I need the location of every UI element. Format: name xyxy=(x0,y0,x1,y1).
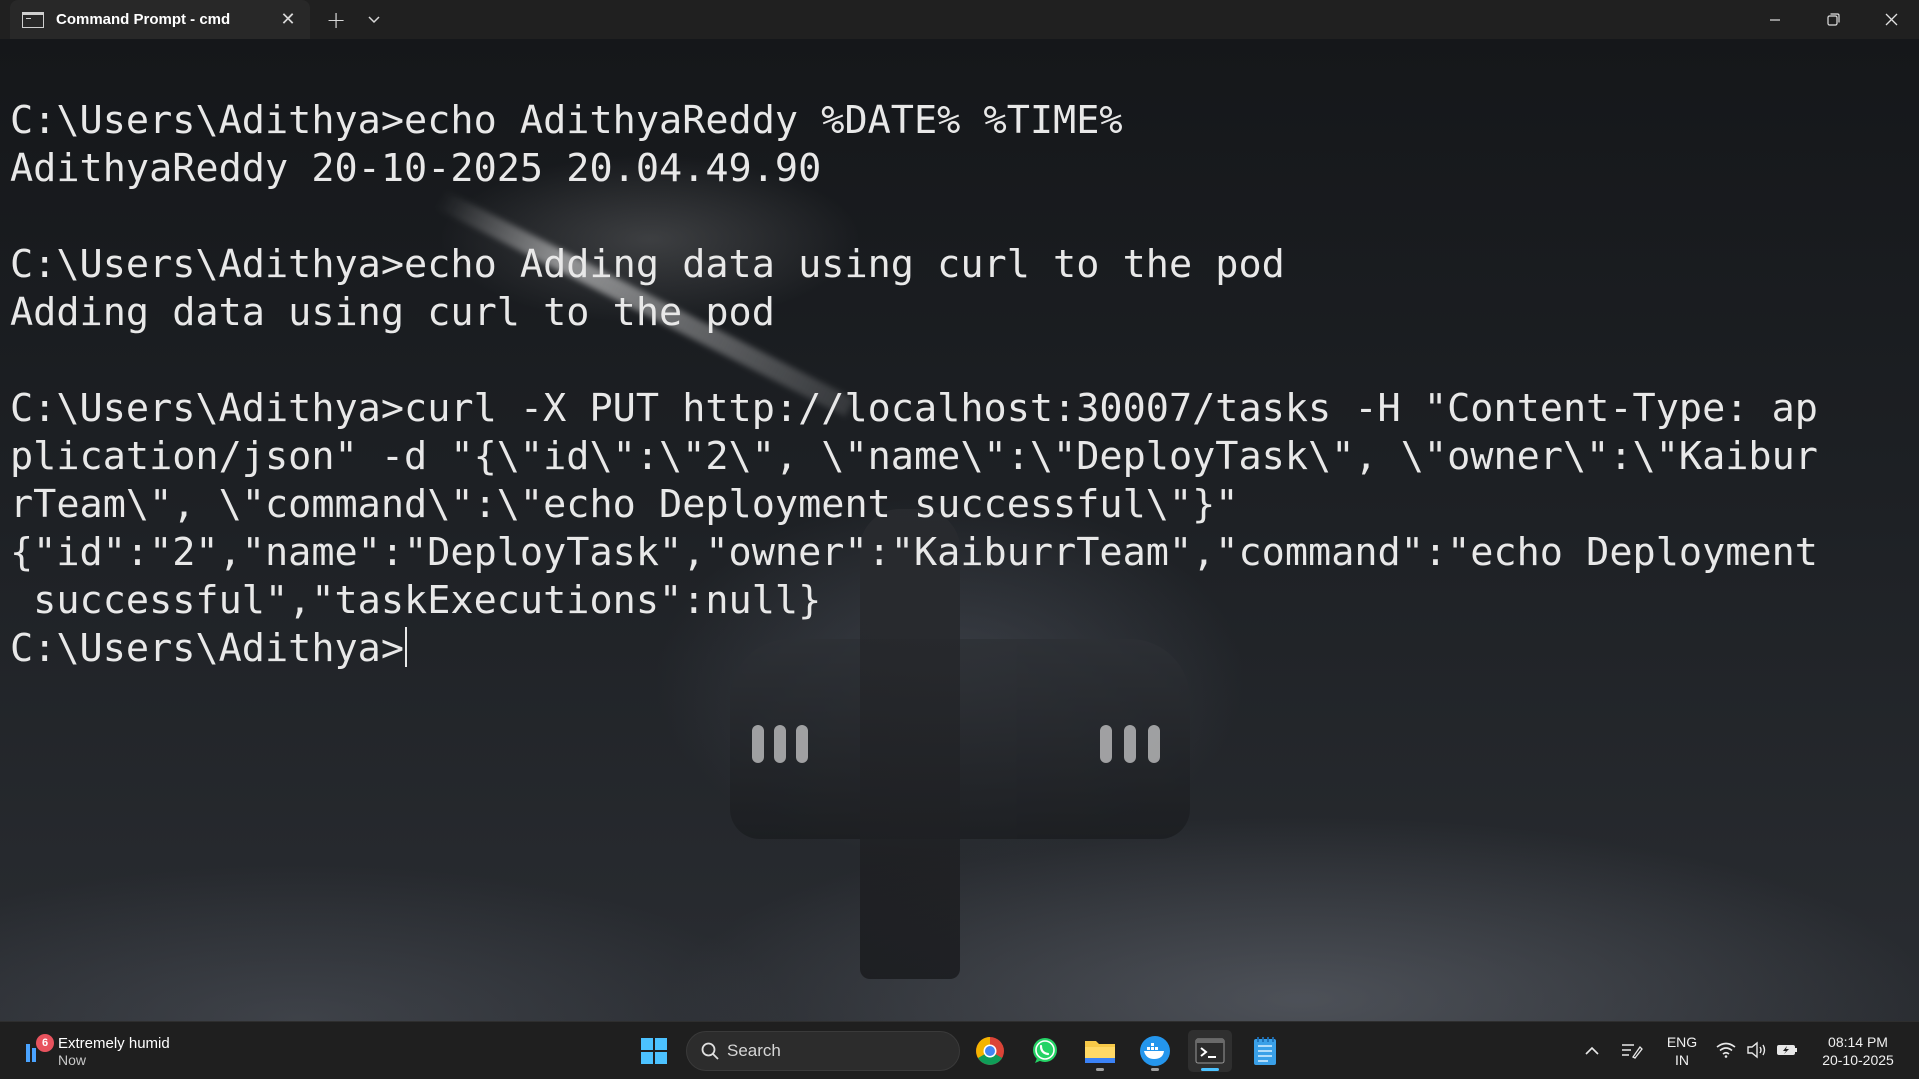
restore-icon xyxy=(1826,13,1840,26)
notifications-settings-button[interactable] xyxy=(1621,1039,1643,1061)
search-icon xyxy=(701,1042,719,1060)
region-code: IN xyxy=(1675,1052,1689,1068)
restore-button[interactable] xyxy=(1804,0,1862,39)
text-cursor xyxy=(405,627,408,667)
running-indicator xyxy=(1151,1068,1159,1071)
start-button[interactable] xyxy=(632,1030,676,1072)
cmd-icon xyxy=(22,11,44,28)
taillight xyxy=(752,725,764,763)
weather-condition: Extremely humid xyxy=(58,1034,170,1052)
tab-close-button[interactable]: ✕ xyxy=(272,4,304,36)
battery-charging-icon xyxy=(1777,1045,1797,1055)
taillight xyxy=(1124,725,1136,763)
taskbar-file-explorer[interactable] xyxy=(1078,1030,1122,1072)
tab-title: Command Prompt - cmd xyxy=(56,11,231,28)
terminal-line: rTeam\", \"command\":\"echo Deployment s… xyxy=(10,482,1239,527)
new-tab-button[interactable]: + xyxy=(318,4,354,36)
weather-widget[interactable]: 6 Extremely humid Now xyxy=(22,1030,170,1072)
taskbar-whatsapp[interactable] xyxy=(1023,1030,1067,1072)
speaker-icon xyxy=(1747,1041,1766,1059)
taskbar-terminal[interactable] xyxy=(1188,1030,1232,1072)
volume-status[interactable] xyxy=(1746,1039,1768,1061)
minimize-icon xyxy=(1770,18,1780,21)
close-icon xyxy=(1885,13,1897,26)
terminal-line: C:\Users\Adithya>echo Adding data using … xyxy=(10,242,1285,287)
taskbar-notepad[interactable] xyxy=(1243,1030,1287,1072)
title-bar: Command Prompt - cmd ✕ + xyxy=(0,0,1919,39)
taillight xyxy=(1148,725,1160,763)
terminal-icon xyxy=(1195,1038,1225,1064)
terminal-output: C:\Users\Adithya>echo AdithyaReddy %DATE… xyxy=(10,97,1818,673)
windows-start-icon xyxy=(641,1038,667,1064)
terminal-line: {"id":"2","name":"DeployTask","owner":"K… xyxy=(10,530,1818,575)
clock-date: 20-10-2025 xyxy=(1822,1052,1894,1068)
active-indicator xyxy=(1201,1068,1219,1071)
terminal-line: C:\Users\Adithya>curl -X PUT http://loca… xyxy=(10,386,1818,431)
humidity-icon: 6 xyxy=(22,1034,54,1064)
chevron-up-icon xyxy=(1585,1046,1599,1055)
tab-command-prompt[interactable]: Command Prompt - cmd ✕ xyxy=(10,0,310,39)
taillight xyxy=(796,725,808,763)
battery-status[interactable] xyxy=(1776,1039,1798,1061)
show-hidden-icons-button[interactable] xyxy=(1581,1039,1603,1061)
taskbar-docker[interactable] xyxy=(1133,1030,1177,1072)
input-language-indicator[interactable]: ENG IN xyxy=(1664,1033,1700,1069)
running-indicator xyxy=(1096,1068,1104,1071)
whatsapp-icon xyxy=(1033,1038,1057,1063)
search-placeholder: Search xyxy=(727,1041,781,1060)
file-explorer-icon xyxy=(1085,1041,1115,1063)
taillight xyxy=(1100,725,1112,763)
taillight xyxy=(774,725,786,763)
clock-time: 08:14 PM xyxy=(1828,1034,1888,1050)
wifi-icon xyxy=(1716,1042,1736,1058)
pen-menu-icon xyxy=(1622,1044,1643,1059)
terminal-line: successful","taskExecutions":null} xyxy=(10,578,822,623)
minimize-button[interactable] xyxy=(1746,0,1804,39)
language-code: ENG xyxy=(1666,1034,1698,1050)
terminal-prompt: C:\Users\Adithya> xyxy=(10,626,405,671)
taskbar-search[interactable]: Search xyxy=(686,1031,960,1071)
chrome-icon xyxy=(976,1037,1004,1065)
taskbar-chrome[interactable] xyxy=(968,1030,1012,1072)
chevron-down-icon xyxy=(368,16,380,24)
weather-time: Now xyxy=(58,1051,87,1068)
taskbar: 6 Extremely humid Now Search ENG IN 08:1… xyxy=(0,1021,1919,1079)
weather-badge: 6 xyxy=(36,1034,54,1052)
close-window-button[interactable] xyxy=(1862,0,1919,39)
wifi-status[interactable] xyxy=(1715,1039,1737,1061)
clock[interactable]: 08:14 PM 20-10-2025 xyxy=(1810,1033,1906,1069)
tab-dropdown-button[interactable] xyxy=(356,4,392,36)
terminal-line: Adding data using curl to the pod xyxy=(10,290,775,335)
terminal-area[interactable]: C:\Users\Adithya>echo AdithyaReddy %DATE… xyxy=(0,39,1919,1021)
terminal-prompt-line[interactable]: C:\Users\Adithya> xyxy=(10,625,1818,673)
terminal-line: AdithyaReddy 20-10-2025 20.04.49.90 xyxy=(10,146,822,191)
docker-icon xyxy=(1140,1036,1170,1066)
notepad-icon xyxy=(1254,1037,1276,1065)
terminal-line: plication/json" -d "{\"id\":\"2\", \"nam… xyxy=(10,434,1818,479)
terminal-line: C:\Users\Adithya>echo AdithyaReddy %DATE… xyxy=(10,98,1123,143)
